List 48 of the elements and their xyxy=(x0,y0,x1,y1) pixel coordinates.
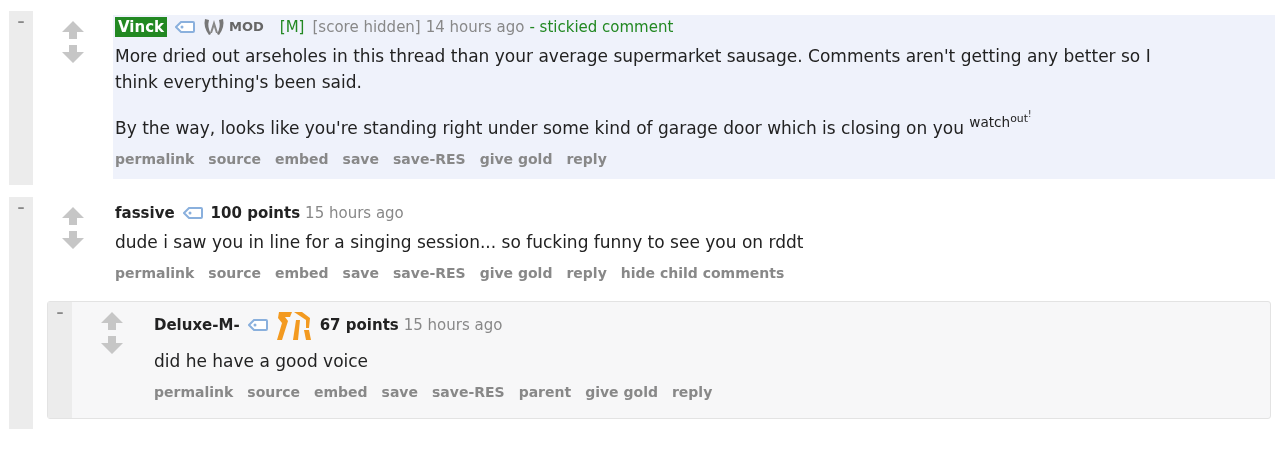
author-link[interactable]: Vinck xyxy=(115,17,168,37)
comment-text: dude i saw you in line for a singing session... so fucking funny to see you on rddt xyxy=(115,230,805,254)
score: 100 points xyxy=(210,202,301,223)
author-link[interactable]: fassive xyxy=(115,202,175,223)
action-link[interactable]: embed xyxy=(274,264,329,281)
mod-label: MOD xyxy=(229,18,264,36)
action-link[interactable]: parent xyxy=(518,383,572,400)
action-link[interactable]: reply xyxy=(566,150,607,167)
action-link[interactable]: hide child comments xyxy=(620,264,785,281)
collapse-toggle[interactable]: – xyxy=(17,198,25,215)
action-link[interactable]: save-RES xyxy=(393,264,466,281)
wings-icon xyxy=(203,17,226,37)
action-link[interactable]: give gold xyxy=(479,264,553,281)
comment-text: More dried out arseholes in this thread than your average supermarket sausage. Comments aren't getting any better so I think everything's been said. xyxy=(115,45,1152,94)
collapse-toggle[interactable]: – xyxy=(56,303,64,320)
action-link[interactable]: permalink xyxy=(115,150,195,167)
action-link[interactable]: save-RES xyxy=(393,150,466,167)
comment-text: did he have a good voice xyxy=(154,349,370,373)
action-link[interactable]: reply xyxy=(566,264,607,281)
score: 67 points xyxy=(319,314,399,335)
distinguished-mark: [M] xyxy=(279,17,305,37)
vote-arrows-icon[interactable] xyxy=(61,206,85,249)
action-link[interactable]: source xyxy=(208,264,261,281)
action-link[interactable]: permalink xyxy=(115,264,195,281)
timestamp: 14 hours ago xyxy=(425,17,525,37)
action-link[interactable]: embed xyxy=(313,383,368,400)
action-link[interactable]: reply xyxy=(671,383,713,400)
vote-arrows-icon[interactable] xyxy=(100,311,124,354)
timestamp: 15 hours ago xyxy=(305,202,404,223)
action-link[interactable]: save xyxy=(342,264,379,281)
action-link[interactable]: save xyxy=(342,150,379,167)
tag-icon xyxy=(182,206,203,219)
vote-arrows-icon[interactable] xyxy=(61,21,85,63)
action-link[interactable]: save xyxy=(381,383,418,400)
action-link[interactable]: source xyxy=(247,383,300,400)
action-link[interactable]: give gold xyxy=(479,150,553,167)
timestamp: 15 hours ago xyxy=(403,314,503,335)
author-link[interactable]: Deluxe-M- xyxy=(154,314,240,335)
tag-icon xyxy=(247,318,268,331)
score: [score hidden] xyxy=(312,17,421,37)
collapse-toggle[interactable]: – xyxy=(17,13,25,29)
action-link[interactable]: source xyxy=(208,150,261,167)
action-link[interactable]: save-RES xyxy=(432,383,505,400)
stickied-note: - stickied comment xyxy=(529,17,674,37)
action-link[interactable]: give gold xyxy=(585,383,658,400)
action-link[interactable]: embed xyxy=(274,150,329,167)
action-link[interactable]: permalink xyxy=(154,383,234,400)
tag-icon xyxy=(175,21,196,33)
